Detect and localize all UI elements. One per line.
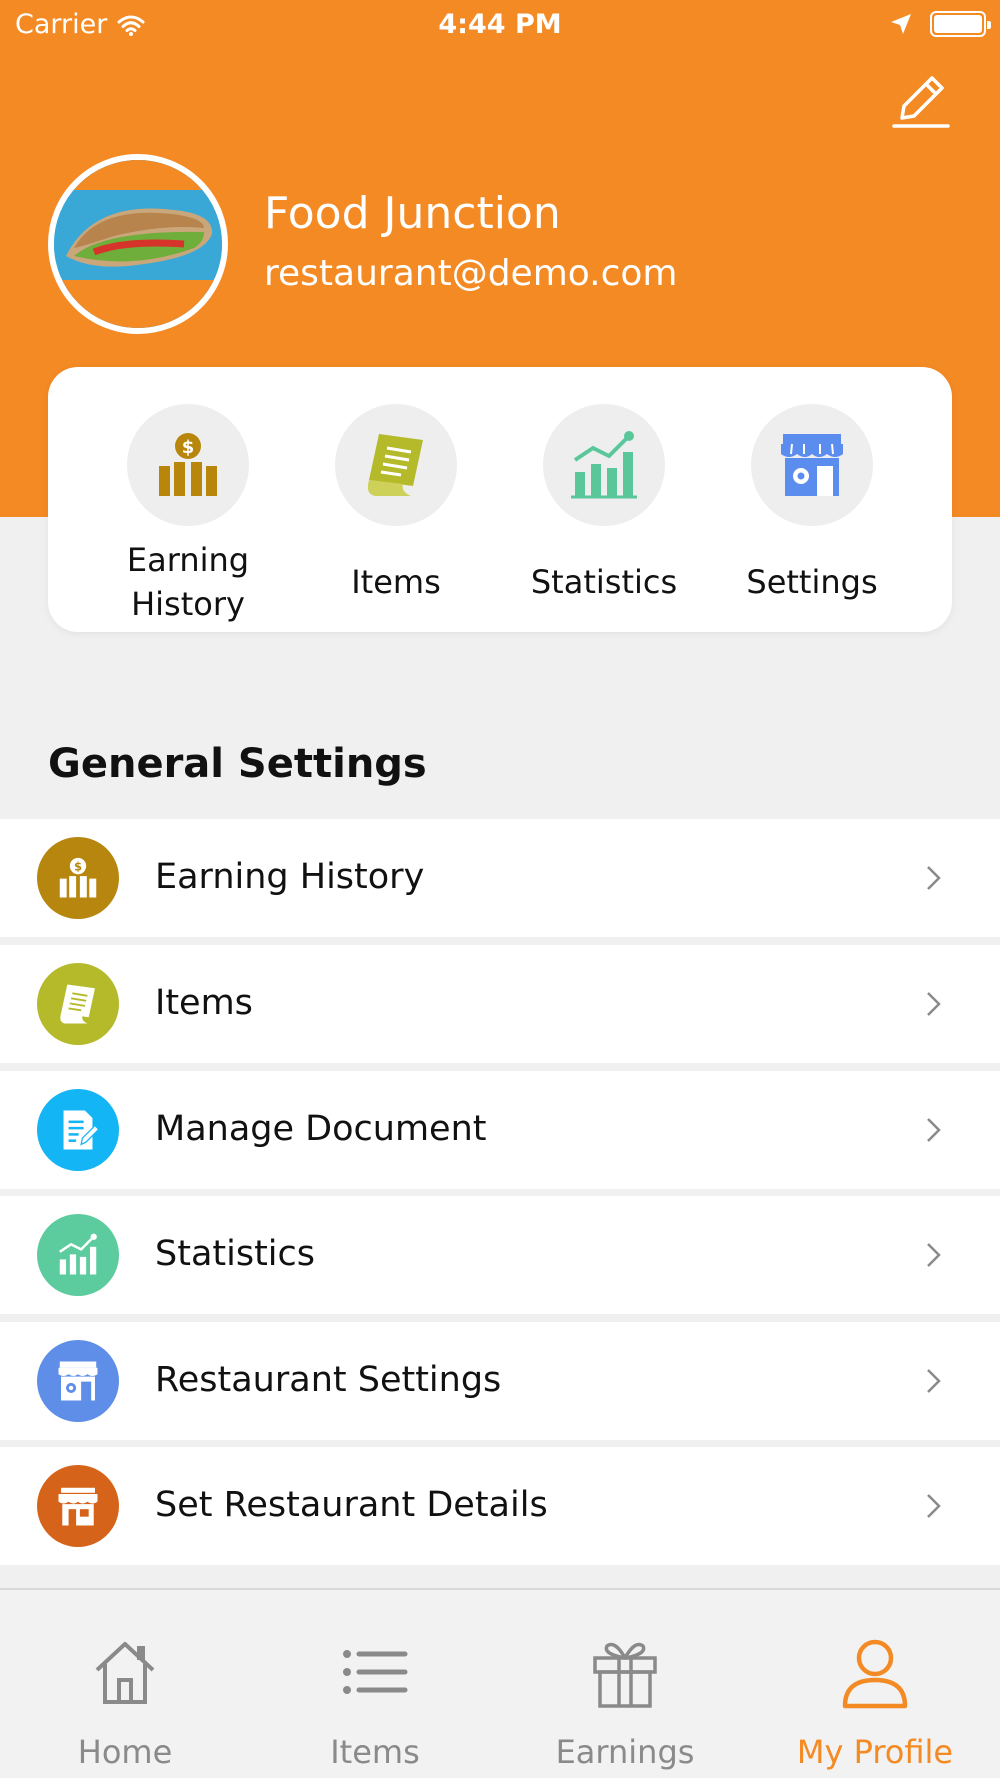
store-settings-icon: [781, 434, 843, 496]
menu-icon-circle: [37, 1465, 119, 1547]
menu-item-label: Statistics: [155, 1234, 315, 1274]
menu-item-items[interactable]: Items: [0, 945, 1000, 1063]
avatar[interactable]: [48, 154, 228, 334]
menu-item-label: Items: [155, 983, 253, 1023]
menu-icon-circle: [37, 963, 119, 1045]
quick-action-statistics[interactable]: Statistics: [500, 404, 708, 626]
tab-label: Home: [77, 1733, 173, 1771]
quick-action-earning-history[interactable]: $ Earning History: [84, 404, 292, 626]
quick-action-label: Statistics: [530, 563, 678, 601]
location-arrow-icon: [891, 14, 911, 34]
menu-icon-circle: [37, 1089, 119, 1171]
chevron-right-icon: [927, 1369, 941, 1393]
svg-text:$: $: [182, 437, 195, 458]
chevron-right-icon: [927, 1494, 941, 1518]
battery-icon: [930, 11, 991, 37]
menu-icon-circle: [37, 1214, 119, 1296]
gift-icon: [593, 1642, 657, 1708]
tab-items[interactable]: Items: [250, 1590, 500, 1778]
quick-action-label: Earning History: [126, 541, 250, 623]
document-icon: [63, 1110, 100, 1150]
quick-action-label: Items: [351, 563, 441, 601]
edit-profile-button[interactable]: [888, 68, 954, 134]
menu-item-restaurant-settings[interactable]: Restaurant Settings: [0, 1322, 1000, 1440]
quick-action-icon-circle: $: [127, 404, 249, 526]
profile-email: restaurant@demo.com: [264, 253, 678, 294]
menu-icon-circle: $: [37, 837, 119, 919]
menu-item-manage-document[interactable]: Manage Document: [0, 1071, 1000, 1189]
quick-action-icon-circle: [335, 404, 457, 526]
chevron-right-icon: [927, 1118, 941, 1142]
tab-my-profile[interactable]: My Profile: [750, 1590, 1000, 1778]
chevron-right-icon: [927, 992, 941, 1016]
clock: 4:44 PM: [438, 9, 562, 40]
quick-action-items[interactable]: Items: [292, 404, 500, 626]
quick-action-settings[interactable]: Settings: [708, 404, 916, 626]
list-icon: [343, 1650, 408, 1694]
store-icon: [58, 1487, 98, 1526]
menu-item-label: Earning History: [155, 857, 425, 897]
quick-actions-card: $ Earning History Items Statistics Setti…: [48, 367, 952, 632]
tab-label: Earnings: [555, 1733, 695, 1771]
menu-icon-circle: [37, 1340, 119, 1422]
menu-item-set-restaurant-details[interactable]: Set Restaurant Details: [0, 1447, 1000, 1565]
statistics-icon: [59, 1233, 97, 1275]
store-settings-icon: [58, 1361, 98, 1401]
profile-name: Food Junction: [264, 188, 561, 239]
menu-item-earning-history[interactable]: $ Earning History: [0, 819, 1000, 937]
chevron-right-icon: [927, 1243, 941, 1267]
sandwich-photo: [54, 160, 222, 328]
tab-label: Items: [330, 1733, 420, 1771]
chevron-right-icon: [927, 866, 941, 890]
tab-bar: Home Items Earnings My Profile: [0, 1588, 1000, 1778]
quick-action-icon-circle: [751, 404, 873, 526]
quick-action-icon-circle: [543, 404, 665, 526]
user-icon: [842, 1639, 908, 1709]
tab-earnings[interactable]: Earnings: [500, 1590, 750, 1778]
tab-label: My Profile: [796, 1733, 954, 1771]
items-icon: [367, 434, 423, 496]
menu-item-statistics[interactable]: Statistics: [0, 1196, 1000, 1314]
quick-action-label: Settings: [746, 563, 878, 601]
pencil-icon: [892, 76, 950, 128]
menu-item-label: Manage Document: [155, 1109, 487, 1149]
status-bar: Carrier 4:44 PM: [0, 0, 1000, 50]
earning-history-icon: $: [159, 433, 217, 496]
svg-text:$: $: [74, 860, 82, 873]
items-icon: [60, 984, 95, 1024]
earning-history-icon: $: [59, 857, 97, 898]
statistics-icon: [571, 431, 637, 499]
menu-item-label: Set Restaurant Details: [155, 1485, 548, 1525]
home-icon: [95, 1642, 155, 1704]
section-title: General Settings: [48, 741, 427, 787]
tab-home[interactable]: Home: [0, 1590, 250, 1778]
menu-item-label: Restaurant Settings: [155, 1360, 502, 1400]
